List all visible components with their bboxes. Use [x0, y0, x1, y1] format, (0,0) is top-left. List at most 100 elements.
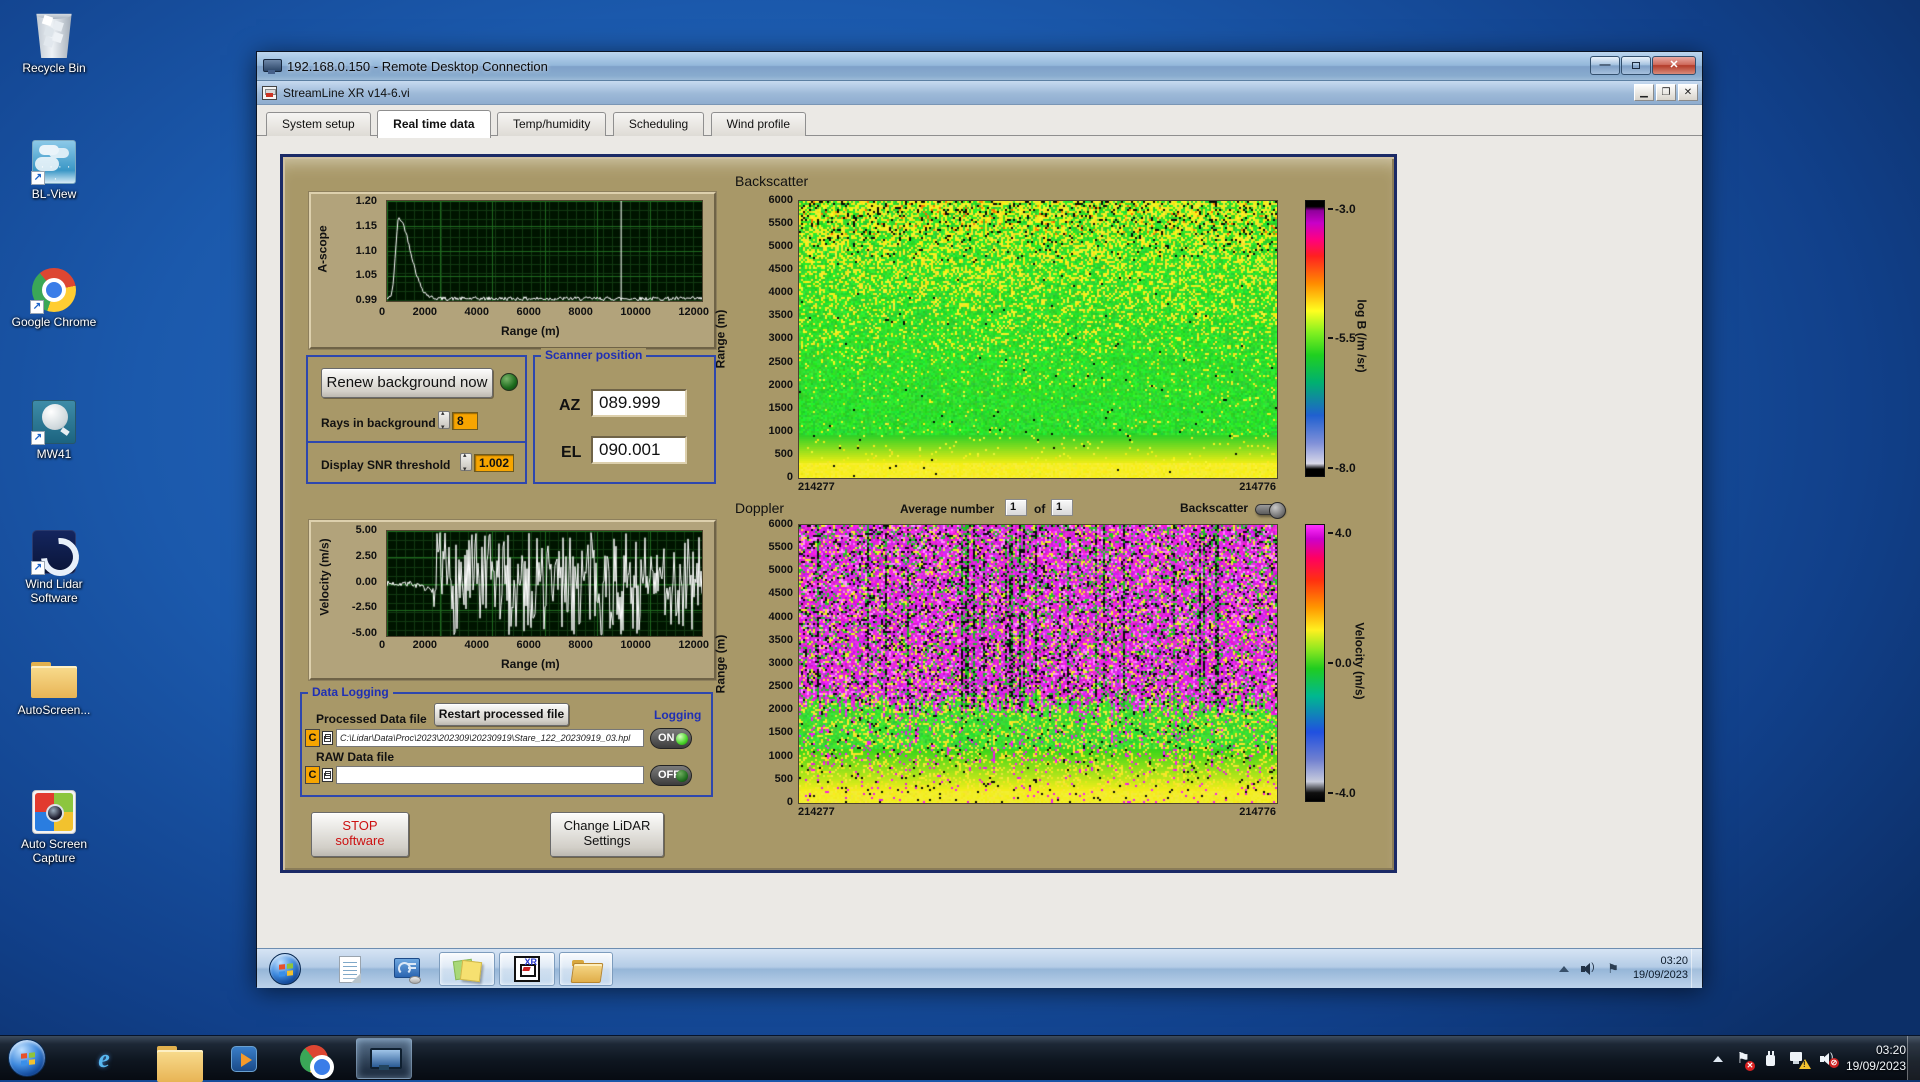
raw-browse-icon[interactable] — [322, 768, 333, 782]
rdp-title-bar[interactable]: 192.168.0.150 - Remote Desktop Connectio… — [257, 52, 1702, 81]
minimize-button[interactable]: — — [1590, 56, 1620, 75]
media-player-icon — [231, 1045, 257, 1072]
app-title-bar[interactable]: StreamLine XR v14-6.vi — [257, 81, 1702, 105]
action-center-flag-icon[interactable]: ⚑ ✕ — [1736, 1050, 1755, 1071]
show-desktop-button[interactable] — [1907, 1036, 1920, 1080]
backscatter-y-ticks: 6000 5500 5000 4500 4000 3500 3000 2500 2000 1500… — [741, 195, 793, 483]
remote-clock-date: 19/09/2023 — [1632, 969, 1688, 981]
desktop-icon-wind-lidar[interactable]: ↗ Wind Lidar Software — [8, 530, 100, 606]
tab-scheduling[interactable]: Scheduling — [612, 112, 705, 136]
desktop-icon-recycle-bin[interactable]: Recycle Bin — [8, 10, 100, 76]
backscatter-title: Backscatter — [735, 173, 809, 189]
desktop-icon-label: MW41 — [36, 447, 72, 461]
close-button[interactable]: ✕ — [1652, 56, 1696, 75]
az-value-field[interactable]: 089.999 — [591, 389, 687, 417]
app-minimize-button[interactable]: ▁ — [1634, 84, 1654, 101]
doppler-heatmap — [798, 524, 1278, 804]
renew-background-button[interactable]: Renew background now — [321, 368, 493, 398]
logging-on-indicator[interactable]: ON — [650, 728, 692, 749]
tick-label: 6000 — [516, 306, 541, 318]
average-number-field[interactable]: 1 — [1005, 499, 1027, 516]
velocity-group: Velocity (m/s) 5.00 2.50 0.00 -2.50 -5.00 0 2… — [309, 520, 716, 680]
remote-show-desktop-button[interactable] — [1691, 949, 1702, 988]
snr-spinner[interactable] — [460, 451, 472, 473]
raw-drive-button[interactable]: C — [305, 766, 320, 784]
tick-label: 6000 — [768, 518, 793, 530]
tick-label: 1.15 — [355, 219, 377, 232]
backscatter-range-axis-label: Range (m) — [713, 309, 728, 369]
remote-start-button[interactable] — [269, 953, 301, 985]
tab-temp-humidity[interactable]: Temp/humidity — [496, 112, 607, 136]
start-button[interactable] — [8, 1039, 46, 1077]
clock-date: 19/09/2023 — [1845, 1058, 1906, 1073]
taskbar-remote-desktop-active[interactable] — [356, 1038, 412, 1079]
processed-browse-icon[interactable] — [322, 731, 333, 745]
desktop-icon-bl-view[interactable]: ↗ BL-View — [8, 140, 100, 202]
internet-explorer-icon: e — [98, 1043, 110, 1073]
doppler-y-ticks: 6000 5500 5000 4500 4000 3500 3000 2500 2000 1500… — [741, 519, 793, 808]
restore-button[interactable] — [1621, 56, 1651, 75]
backscatter-toggle-label: Backscatter — [1180, 501, 1249, 515]
desktop-icon-google-chrome[interactable]: ↗ Google Chrome — [8, 268, 100, 330]
rays-label: Rays in background — [321, 416, 436, 430]
stop-software-button[interactable]: STOP software — [311, 812, 409, 857]
tab-system-setup[interactable]: System setup — [266, 112, 371, 136]
camera-lens-icon — [46, 804, 64, 822]
desktop-icon-autoscreen-folder[interactable]: AutoScreen... — [8, 662, 100, 718]
desktop-icon-auto-screen-capture[interactable]: Auto Screen Capture — [8, 790, 100, 866]
tray-expand-icon[interactable] — [1713, 1055, 1724, 1062]
sticky-notes-icon — [454, 958, 480, 982]
tick-label: 6000 — [768, 194, 793, 206]
taskbar-clock[interactable]: 03:20 19/09/2023 — [1846, 1043, 1906, 1074]
backscatter-x-start: 214277 — [798, 481, 835, 493]
remote-taskbar-streamline-xr[interactable]: XR — [499, 952, 555, 986]
remote-taskbar-control-panel[interactable] — [385, 952, 429, 986]
rays-spinner[interactable] — [438, 409, 450, 431]
remote-clock[interactable]: 03:20 19/09/2023 — [1633, 955, 1688, 983]
system-tray: ⚑✕ )⊘ 03:20 19/09/2023 — [1713, 1036, 1906, 1081]
raw-file-label: RAW Data file — [316, 750, 395, 764]
shortcut-arrow-icon: ↗ — [31, 171, 45, 185]
tray-expand-icon[interactable] — [1559, 966, 1570, 972]
backscatter-toggle-switch[interactable] — [1255, 502, 1286, 519]
snr-label: Display SNR threshold — [321, 458, 451, 472]
rays-value-field[interactable]: 8 — [452, 412, 478, 430]
desktop-icon-mw41[interactable]: ↗ MW41 — [8, 400, 100, 462]
velocity-axis-label: Velocity (m/s) — [317, 538, 332, 616]
app-restore-button[interactable]: ❐ — [1656, 84, 1676, 101]
logging-off-indicator[interactable]: OFF — [650, 765, 692, 786]
el-value-field[interactable]: 090.001 — [591, 436, 687, 464]
tab-real-time-data[interactable]: Real time data — [377, 110, 491, 138]
taskbar-internet-explorer[interactable]: e — [78, 1038, 130, 1079]
logging-label: Logging — [654, 708, 702, 722]
average-total-field[interactable]: 1 — [1051, 499, 1073, 516]
tick-label: 500 — [774, 447, 793, 460]
tick-label: 1500 — [768, 726, 793, 739]
restart-processed-button[interactable]: Restart processed file — [434, 703, 569, 726]
volume-icon[interactable]: ) — [1581, 962, 1595, 975]
taskbar-chrome[interactable] — [288, 1038, 340, 1079]
power-plug-icon[interactable] — [1764, 1050, 1776, 1067]
processed-drive-button[interactable]: C — [305, 729, 320, 747]
volume-muted-icon[interactable]: ) ⊘ — [1819, 1052, 1839, 1068]
tab-wind-profile[interactable]: Wind profile — [710, 112, 807, 136]
colorbar-tick: -3.0 — [1328, 202, 1356, 216]
network-warning-icon[interactable] — [1789, 1051, 1811, 1069]
raw-path-field[interactable] — [336, 766, 644, 784]
snr-value-field[interactable]: 1.002 — [474, 454, 514, 472]
remote-taskbar-sticky-notes[interactable] — [439, 952, 495, 986]
doppler-x-labels: 214277 214776 — [798, 806, 1276, 818]
app-close-button[interactable]: ✕ — [1678, 84, 1698, 101]
processed-path-field[interactable]: C:\Lidar\Data\Proc\2023\202309\20230919\… — [336, 729, 644, 747]
taskbar-explorer[interactable] — [148, 1038, 203, 1082]
remote-taskbar-explorer[interactable] — [559, 952, 613, 986]
tick-label: 1.20 — [355, 195, 377, 207]
change-lidar-settings-button[interactable]: Change LiDAR Settings — [550, 812, 664, 857]
taskbar-media-player[interactable] — [218, 1038, 270, 1079]
a-scope-x-ticks: 0 2000 4000 6000 8000 10000 12000 — [379, 306, 709, 318]
action-center-flag-icon[interactable]: ⚑ — [1607, 962, 1619, 975]
explorer-folder-icon — [157, 1045, 203, 1082]
tick-label: 10000 — [620, 306, 651, 318]
remote-taskbar-notepad[interactable] — [329, 952, 371, 986]
tick-label: 500 — [774, 772, 793, 785]
